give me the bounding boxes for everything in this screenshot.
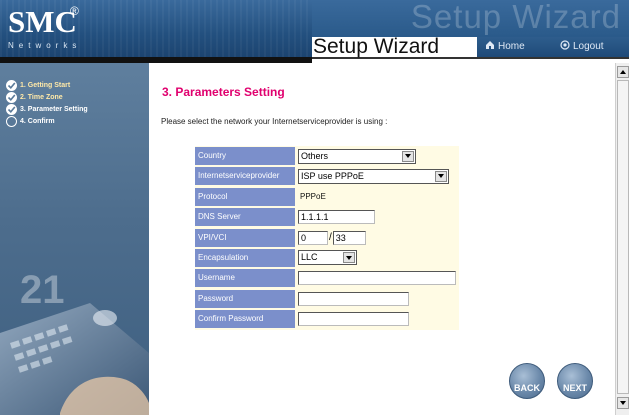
home-link[interactable]: Home	[485, 40, 525, 52]
parameters-form: Country Others Internetserviceprovider I…	[195, 146, 459, 330]
home-label: Home	[498, 41, 525, 52]
check-icon	[6, 80, 17, 91]
home-icon	[486, 41, 494, 49]
form-row-encapsulation: Encapsulation LLC	[195, 248, 459, 268]
chevron-down-icon	[343, 252, 355, 264]
form-row-confirm-password: Confirm Password	[195, 309, 459, 329]
password-input[interactable]	[298, 291, 409, 306]
vpivci-label: VPI/VCI	[195, 228, 295, 247]
svg-text:21: 21	[20, 268, 65, 312]
sidebar-step-time-zone: 2. Time Zone	[6, 92, 63, 103]
logo-subtitle: Networks	[8, 41, 82, 50]
form-row-vpivci: VPI/VCI /	[195, 228, 459, 248]
country-value: Others	[301, 150, 329, 161]
logout-label: Logout	[573, 41, 604, 52]
smc-logo: SMC	[8, 4, 77, 39]
intro-text: Please select the network your Internets…	[161, 117, 388, 126]
header-banner: Setup Wizard	[312, 0, 629, 37]
isp-select[interactable]: ISP use PPPoE	[298, 168, 449, 184]
form-row-password: Password	[195, 289, 459, 309]
encapsulation-value: LLC	[301, 252, 318, 263]
country-select[interactable]: Others	[298, 148, 416, 164]
protocol-value: PPPoE	[300, 192, 326, 202]
step-label: 4. Confirm	[20, 118, 55, 125]
country-label: Country	[195, 147, 295, 165]
page-title: 3. Parameters Setting	[162, 85, 285, 99]
vpi-input[interactable]	[298, 230, 328, 245]
scroll-down-button[interactable]	[617, 397, 629, 409]
header: SMC ® Networks Setup Wizard Setup Wizard…	[0, 0, 629, 63]
logout-link[interactable]: Logout	[560, 40, 604, 52]
logout-icon	[560, 40, 570, 50]
back-button[interactable]: BACK	[509, 363, 545, 399]
encapsulation-label: Encapsulation	[195, 248, 295, 267]
scroll-thumb[interactable]	[617, 80, 629, 394]
form-row-protocol: Protocol PPPoE	[195, 187, 459, 207]
step-label: 3. Parameter Setting	[20, 106, 88, 113]
sidebar-step-parameter-setting: 3. Parameter Setting	[6, 104, 88, 115]
back-label: BACK	[514, 383, 540, 393]
check-icon	[6, 92, 17, 103]
chevron-down-icon	[435, 170, 447, 182]
isp-value: ISP use PPPoE	[301, 170, 364, 181]
username-label: Username	[195, 269, 295, 288]
next-button[interactable]: NEXT	[557, 363, 593, 399]
encapsulation-select[interactable]: LLC	[298, 250, 357, 266]
vertical-scrollbar[interactable]	[615, 63, 629, 415]
isp-label: Internetserviceprovider	[195, 167, 295, 186]
chevron-down-icon	[402, 150, 414, 162]
keyboard-hand-illustration: 21	[0, 268, 149, 415]
vpivci-separator: /	[329, 232, 332, 244]
step-label: 1. Getting Start	[20, 82, 71, 89]
confirm-password-input[interactable]	[298, 312, 409, 327]
protocol-label: Protocol	[195, 187, 295, 206]
sidebar-step-confirm: 4. Confirm	[6, 116, 55, 127]
form-row-isp: Internetserviceprovider ISP use PPPoE	[195, 166, 459, 186]
username-input[interactable]	[298, 271, 456, 286]
form-row-country: Country Others	[195, 146, 459, 166]
password-label: Password	[195, 289, 295, 308]
registered-mark: ®	[70, 4, 79, 18]
wizard-title: Setup Wizard	[313, 35, 440, 58]
form-row-username: Username	[195, 268, 459, 288]
sidebar-step-getting-start: 1. Getting Start	[6, 80, 70, 91]
scroll-up-button[interactable]	[617, 66, 629, 78]
dns-label: DNS Server	[195, 208, 295, 227]
main-content: 3. Parameters Setting Please select the …	[149, 63, 615, 415]
confirm-password-label: Confirm Password	[195, 310, 295, 329]
wizard-sidebar: 21 1. Getting Start 2. Time Zone 3. Para…	[0, 63, 149, 415]
empty-circle-icon	[6, 116, 17, 127]
check-icon	[6, 104, 17, 115]
step-label: 2. Time Zone	[20, 94, 63, 101]
dns-server-input[interactable]	[298, 210, 375, 225]
banner-watermark-title: Setup Wizard	[410, 0, 621, 35]
form-row-dns: DNS Server	[195, 207, 459, 227]
vci-input[interactable]	[332, 230, 366, 245]
next-label: NEXT	[562, 383, 587, 393]
